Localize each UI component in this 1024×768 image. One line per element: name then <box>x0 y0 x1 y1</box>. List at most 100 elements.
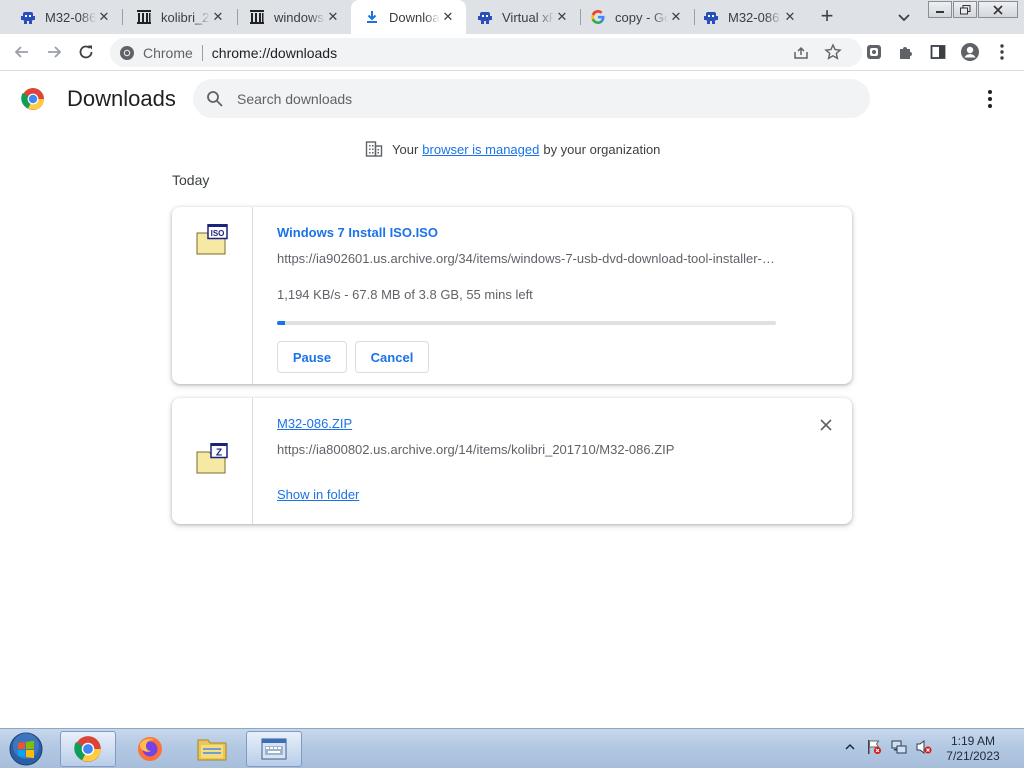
address-bar[interactable]: Chrome chrome://downloads <box>110 38 862 67</box>
tab-title: kolibri_20 <box>161 9 210 25</box>
page-title: Downloads <box>67 86 176 111</box>
keyboard-app-icon <box>261 738 287 760</box>
taskbar-firefox[interactable] <box>122 731 178 767</box>
forward-button[interactable] <box>44 42 64 62</box>
show-hidden-icons-button[interactable] <box>842 739 858 755</box>
close-icon[interactable]: ✕ <box>210 9 226 25</box>
extensions-button[interactable] <box>896 42 916 62</box>
taskbar-explorer[interactable] <box>184 731 240 767</box>
tab-virtual-xp[interactable]: Virtual xP ✕ <box>466 0 580 34</box>
download-item: Z M32-086.ZIP https://ia800802.us.archiv… <box>172 398 852 524</box>
volume-tray[interactable] <box>916 739 932 755</box>
close-icon[interactable]: ✕ <box>782 9 798 25</box>
extension-button[interactable] <box>864 42 884 62</box>
taskbar-chrome[interactable] <box>60 731 116 767</box>
new-tab-button[interactable]: + <box>816 5 838 28</box>
download-item: ISO Windows 7 Install ISO.ISO https://ia… <box>172 207 852 384</box>
close-icon <box>993 4 1003 15</box>
tab-search-button[interactable] <box>894 7 914 27</box>
forward-arrow-icon <box>48 46 62 58</box>
back-arrow-icon <box>14 46 28 58</box>
zip-badge-text: Z <box>216 448 222 459</box>
share-icon[interactable] <box>792 43 810 61</box>
avatar-icon <box>961 43 979 61</box>
archive-robot-icon <box>477 9 493 25</box>
chrome-menu-button[interactable] <box>992 42 1012 62</box>
side-panel-icon <box>930 45 946 59</box>
close-icon[interactable]: ✕ <box>668 9 684 25</box>
tab-strip: M32-086 ✕ kolibri_20 ✕ windows ✕ Downloa… <box>0 0 1024 34</box>
tab-m32-086[interactable]: M32-086 ✕ <box>0 0 122 34</box>
tab-kolibri[interactable]: kolibri_20 ✕ <box>122 0 236 34</box>
managed-suffix: by your organization <box>543 141 661 157</box>
browser-toolbar: Chrome chrome://downloads <box>0 34 1024 71</box>
iso-badge-text: ISO <box>211 229 225 238</box>
building-icon <box>365 140 383 158</box>
side-panel-button[interactable] <box>928 42 948 62</box>
tab-google-copy[interactable]: copy - Go ✕ <box>580 0 694 34</box>
tab-title: Downloads <box>389 9 440 25</box>
close-icon[interactable]: ✕ <box>440 9 456 25</box>
managed-notice: Your browser is managed by your organiza… <box>365 140 660 158</box>
restore-button[interactable] <box>953 1 977 18</box>
network-tray[interactable] <box>891 739 907 755</box>
search-input[interactable] <box>237 90 797 107</box>
date-section-heading: Today <box>172 172 210 188</box>
file-icon-column: Z <box>172 398 253 524</box>
remove-download-button[interactable] <box>817 416 835 434</box>
reload-icon <box>79 45 93 59</box>
network-icon <box>891 740 907 754</box>
managed-prefix: Your <box>392 141 419 157</box>
chrome-icon <box>74 736 101 762</box>
show-in-folder-link[interactable]: Show in folder <box>277 487 359 502</box>
explorer-folder-icon <box>197 739 227 761</box>
downloads-menu-button[interactable] <box>982 89 998 109</box>
bookmark-star-icon[interactable] <box>824 43 842 61</box>
close-icon[interactable]: ✕ <box>554 9 570 25</box>
iso-file-icon: ISO <box>196 223 228 256</box>
source-url[interactable]: https://ia902601.us.archive.org/34/items… <box>277 251 777 266</box>
search-icon <box>205 89 225 109</box>
back-button[interactable] <box>12 42 32 62</box>
tab-downloads[interactable]: Downloads ✕ <box>351 0 466 34</box>
kebab-dot <box>988 104 992 108</box>
file-icon-column: ISO <box>172 207 253 384</box>
window-close-button[interactable] <box>978 1 1018 18</box>
minimize-button[interactable] <box>928 1 952 18</box>
tab-windows[interactable]: windows ✕ <box>237 0 351 34</box>
pause-button[interactable]: Pause <box>277 341 347 373</box>
kebab-dot <box>988 97 992 101</box>
extension-app-icon <box>867 45 881 59</box>
chrome-page-icon <box>119 45 135 61</box>
reload-button[interactable] <box>76 42 96 62</box>
close-icon[interactable]: ✕ <box>325 9 341 25</box>
cancel-button[interactable]: Cancel <box>355 341 429 373</box>
archive-robot-icon <box>703 9 719 25</box>
progress-fill <box>277 321 286 325</box>
chevron-down-icon <box>898 14 910 22</box>
download-status: 1,194 KB/s - 67.8 MB of 3.8 GB, 55 mins … <box>277 287 533 302</box>
tab-m32-086-second[interactable]: M32-086 ✕ <box>694 0 808 34</box>
clock-time: 1:19 AM <box>950 734 996 748</box>
flag-warning-icon <box>868 740 881 754</box>
system-clock[interactable]: 1:19 AM 7/21/2023 <box>938 734 1008 764</box>
browser-managed-link[interactable]: browser is managed <box>422 142 539 157</box>
search-downloads-box[interactable] <box>193 79 870 118</box>
action-center-tray[interactable] <box>866 739 882 755</box>
file-name-link[interactable]: Windows 7 Install ISO.ISO <box>277 225 438 240</box>
firefox-icon <box>138 737 162 761</box>
url-text: chrome://downloads <box>211 44 338 61</box>
taskbar-keyboard-app[interactable] <box>246 731 302 767</box>
profile-button[interactable] <box>960 42 980 62</box>
google-icon <box>590 9 606 25</box>
chevron-up-icon <box>845 743 855 750</box>
close-icon[interactable]: ✕ <box>96 9 112 25</box>
file-name-link[interactable]: M32-086.ZIP <box>277 416 352 431</box>
close-icon <box>820 419 832 431</box>
puzzle-piece-icon <box>900 47 912 59</box>
tab-title: M32-086 <box>728 9 780 25</box>
start-button[interactable] <box>6 731 46 767</box>
tab-title: Virtual xP <box>502 9 554 25</box>
source-url[interactable]: https://ia800802.us.archive.org/14/items… <box>277 442 777 457</box>
kebab-dot <box>988 90 992 94</box>
